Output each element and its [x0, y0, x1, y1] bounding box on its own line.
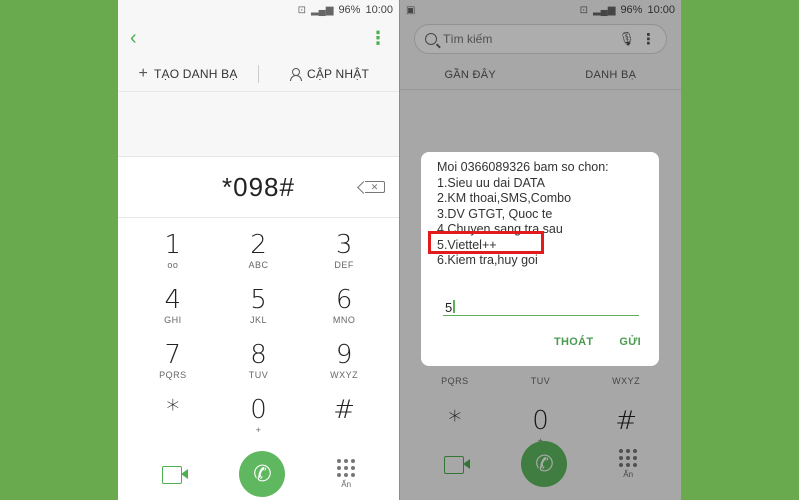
more-options-icon[interactable]: ⋮: [369, 29, 387, 47]
dialer-action-bar: + TẠO DANH BẠ CẬP NHẬT: [118, 56, 399, 92]
key-letters: TUV: [248, 370, 269, 380]
key-4[interactable]: 4 GHI: [130, 279, 216, 334]
hide-keypad-button[interactable]: Ẩn: [337, 459, 356, 489]
top-bar: ‹ ⋮: [118, 20, 399, 56]
key-digit: 3: [335, 230, 353, 260]
suggestion-area: [118, 92, 399, 156]
update-label: CẬP NHẬT: [306, 66, 370, 81]
phone-icon: ✆: [253, 461, 272, 486]
back-arrow-icon[interactable]: ‹: [130, 28, 137, 48]
update-contact-button[interactable]: CẬP NHẬT: [259, 67, 399, 81]
send-button[interactable]: GỬI: [619, 336, 641, 348]
key-digit: 9: [335, 340, 353, 370]
key-6[interactable]: 6 MNO: [301, 279, 387, 334]
key-letters: WXYZ: [330, 370, 359, 380]
key-0[interactable]: 0 +: [216, 389, 302, 444]
notification-icon: ⊡: [297, 4, 306, 16]
ussd-reply-value: 5: [445, 300, 453, 315]
key-digit: 7: [164, 340, 182, 370]
key-digit: 0: [250, 395, 267, 425]
key-letters: PQRS: [159, 370, 187, 380]
plus-icon: +: [138, 64, 148, 82]
video-call-icon[interactable]: [161, 466, 188, 484]
key-letters: ABC: [248, 260, 269, 270]
key-digit: 5: [250, 285, 267, 315]
key-7[interactable]: 7 PQRS: [130, 334, 216, 389]
cancel-button[interactable]: THOÁT: [554, 336, 593, 348]
key-digit: *: [166, 395, 180, 425]
ussd-line: 6.Kiem tra,huy goi: [437, 253, 538, 267]
dialer-screen: ⊡ ▂▄▆ 96% 10:00 ‹ ⋮ + TẠO DANH BẠ CẬP NH…: [118, 0, 399, 500]
ussd-line: 1.Sieu uu dai DATA: [437, 175, 545, 190]
status-bar: ⊡ ▂▄▆ 96% 10:00: [118, 0, 399, 20]
call-button[interactable]: ✆: [239, 451, 286, 497]
key-letters: +: [255, 425, 262, 435]
key-digit: #: [333, 395, 356, 425]
key-letters: JKL: [249, 315, 267, 325]
dialed-number: *098#: [222, 171, 295, 202]
key-digit: 8: [250, 340, 267, 370]
key-2[interactable]: 2 ABC: [216, 224, 302, 279]
ussd-line: 3.DV GTGT, Quoc te: [437, 206, 553, 221]
backspace-icon[interactable]: ✕: [365, 181, 385, 193]
key-digit: 2: [250, 230, 267, 260]
dialog-buttons: THOÁT GỬI: [554, 336, 641, 348]
person-icon: [289, 67, 302, 81]
key-9[interactable]: 9 WXYZ: [301, 334, 387, 389]
battery-percent: 96%: [338, 4, 361, 16]
key-digit: 1: [164, 230, 182, 260]
create-contact-label: TẠO DANH BẠ: [154, 66, 238, 81]
voicemail-icon: oo: [167, 260, 179, 270]
ussd-screen: ▣ ⊡ ▂▄▆ 96% 10:00 Tìm kiếm 🎙 ⋮ GẦN ĐÂY D…: [400, 0, 681, 500]
key-letters: MNO: [332, 315, 356, 325]
key-1[interactable]: 1 oo: [130, 224, 216, 279]
key-digit: 6: [335, 285, 353, 315]
ussd-line: Moi 0366089326 bam so chon:: [437, 160, 609, 174]
hide-keypad-label: Ẩn: [341, 480, 352, 489]
highlight-box: [428, 231, 544, 254]
ussd-dialog: Moi 0366089326 bam so chon: 1.Sieu uu da…: [421, 152, 659, 366]
create-contact-button[interactable]: + TẠO DANH BẠ: [118, 65, 258, 83]
ussd-reply-input[interactable]: 5: [443, 296, 639, 316]
dialer-bottom-bar: ✆ Ẩn: [118, 444, 399, 500]
clock: 10:00: [365, 4, 393, 16]
key-letters: GHI: [164, 315, 182, 325]
key-star[interactable]: *: [130, 389, 216, 444]
key-letters: DEF: [334, 260, 354, 270]
ussd-line: 2.KM thoai,SMS,Combo: [437, 191, 572, 205]
key-3[interactable]: 3 DEF: [301, 224, 387, 279]
dialed-number-field[interactable]: *098# ✕: [118, 156, 399, 218]
key-hash[interactable]: #: [301, 389, 387, 444]
key-5[interactable]: 5 JKL: [216, 279, 302, 334]
keypad-icon: [337, 459, 356, 477]
key-8[interactable]: 8 TUV: [216, 334, 302, 389]
signal-icon: ▂▄▆: [310, 4, 334, 16]
dial-keypad: 1 oo 2 ABC 3 DEF 4 GHI 5 JKL 6 MNO 7 PQRS 8 TUV …: [118, 218, 399, 444]
text-cursor: [453, 300, 455, 313]
key-digit: 4: [164, 285, 182, 315]
